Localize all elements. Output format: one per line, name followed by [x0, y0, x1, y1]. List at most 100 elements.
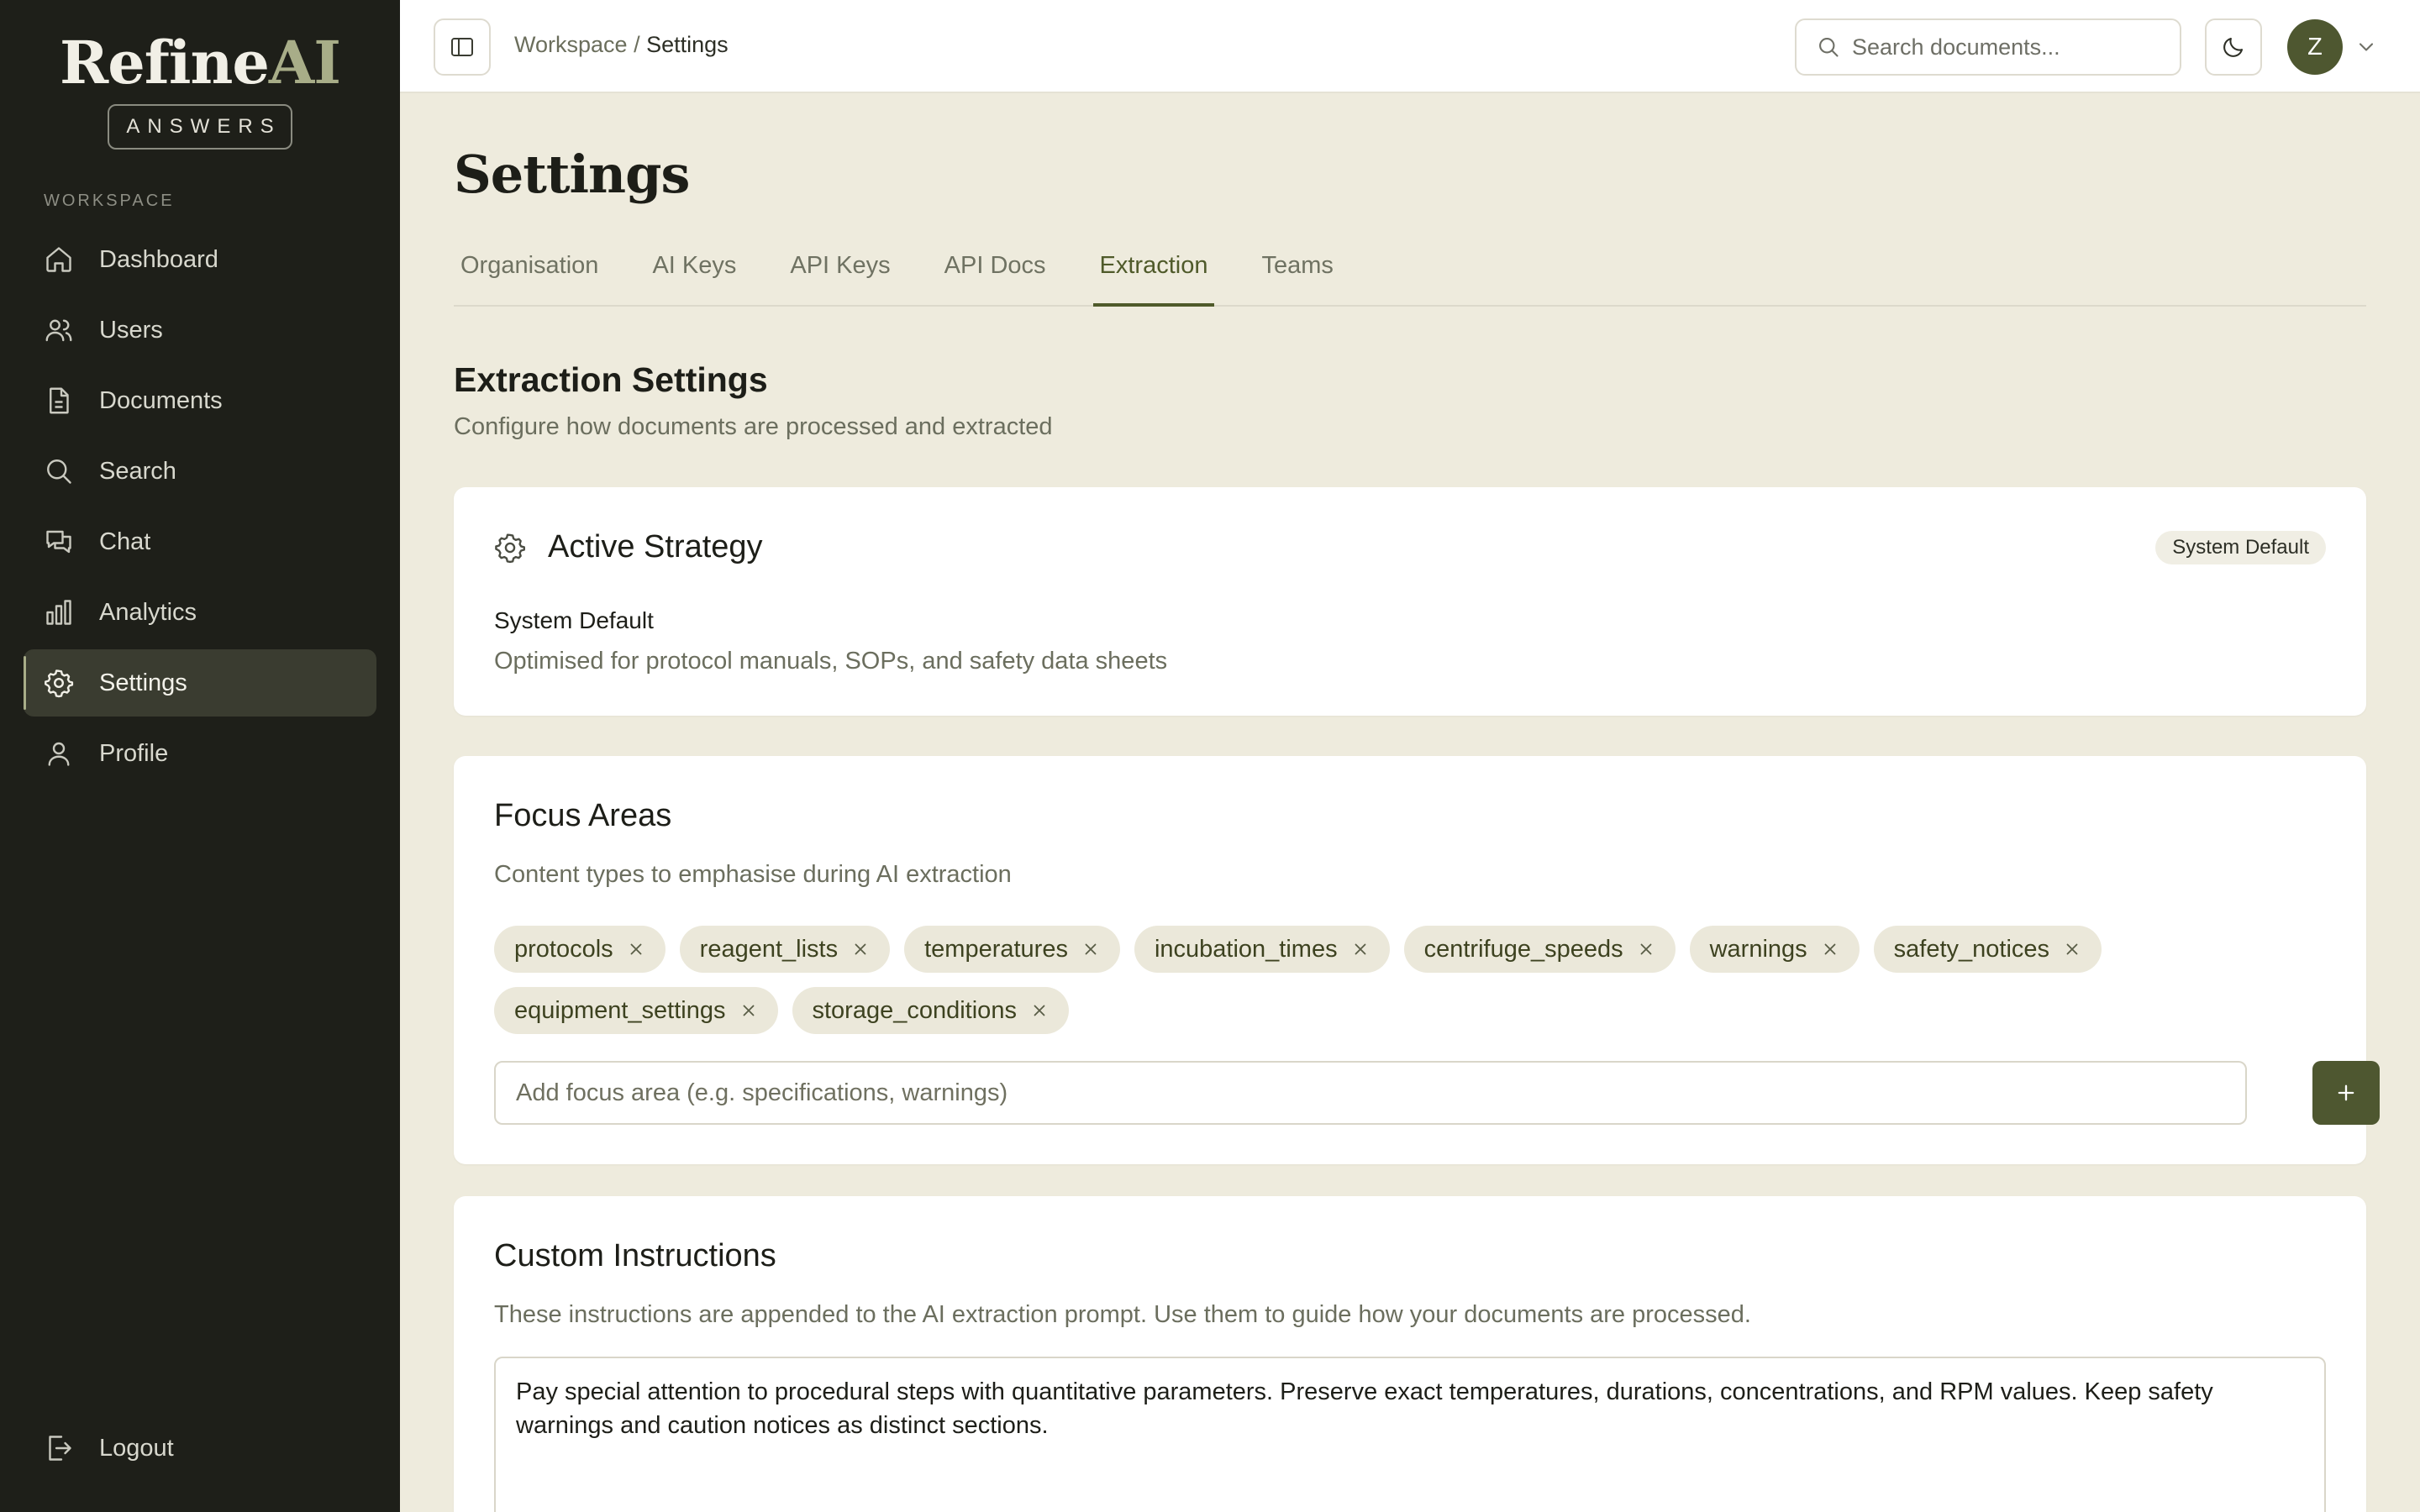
- tab-extraction[interactable]: Extraction: [1092, 243, 1215, 307]
- sidebar-item-dashboard[interactable]: Dashboard: [24, 226, 376, 293]
- custom-instructions-textarea[interactable]: Pay special attention to procedural step…: [494, 1357, 2326, 1512]
- user-icon: [44, 738, 74, 769]
- document-icon: [44, 386, 74, 416]
- close-icon[interactable]: [1637, 940, 1655, 958]
- close-icon[interactable]: [851, 940, 870, 958]
- bar-chart-icon: [44, 597, 74, 627]
- custom-instructions-title: Custom Instructions: [494, 1238, 776, 1273]
- focus-chip-list: protocols reagent_lists temperatures inc…: [494, 926, 2309, 1048]
- users-icon: [44, 315, 74, 345]
- main-content: Settings Organisation AI Keys API Keys A…: [400, 93, 2420, 1512]
- sidebar-item-label: Profile: [99, 739, 169, 767]
- home-icon: [44, 244, 74, 275]
- focus-chip: warnings: [1689, 926, 1860, 973]
- sidebar-item-label: Documents: [99, 386, 223, 414]
- logo-text-accent: AI: [268, 28, 341, 97]
- breadcrumb-current: Settings: [646, 32, 729, 57]
- sidebar-item-profile[interactable]: Profile: [24, 720, 376, 787]
- app: RefineAI ANSWERS WORKSPACE Dashboard Use…: [0, 0, 2420, 1512]
- close-icon[interactable]: [2063, 940, 2081, 958]
- focus-chip: protocols: [494, 926, 666, 973]
- close-icon[interactable]: [1351, 940, 1370, 958]
- tab-teams[interactable]: Teams: [1255, 243, 1339, 305]
- logout-button[interactable]: Logout: [24, 1415, 376, 1482]
- chevron-down-icon[interactable]: [2354, 35, 2378, 59]
- logout-section: Logout: [24, 1415, 376, 1485]
- logo-badge: ANSWERS: [108, 104, 292, 150]
- close-icon[interactable]: [739, 1001, 758, 1020]
- tab-organisation[interactable]: Organisation: [454, 243, 605, 305]
- add-focus-area-button[interactable]: [2312, 1061, 2380, 1125]
- focus-chip-label: warnings: [1709, 935, 1807, 963]
- sidebar-item-chat[interactable]: Chat: [24, 508, 376, 575]
- focus-chip-label: centrifuge_speeds: [1423, 935, 1623, 963]
- active-strategy-title: Active Strategy: [548, 529, 763, 564]
- focus-areas-card: Focus Areas Content types to emphasise d…: [454, 756, 2380, 1164]
- custom-instructions-subtitle: These instructions are appended to the A…: [494, 1301, 1751, 1328]
- focus-area-input[interactable]: [494, 1061, 2247, 1125]
- search-icon: [1817, 35, 1840, 59]
- focus-chip: equipment_settings: [494, 987, 778, 1034]
- close-icon[interactable]: [1081, 940, 1100, 958]
- chat-icon: [44, 527, 74, 557]
- panel-toggle-icon: [449, 34, 476, 60]
- sidebar-item-label: Analytics: [99, 598, 197, 626]
- focus-chip: incubation_times: [1134, 926, 1390, 973]
- focus-chip: centrifuge_speeds: [1403, 926, 1676, 973]
- focus-chip-label: temperatures: [924, 935, 1068, 963]
- active-strategy-card: Active Strategy System Default System De…: [454, 487, 2366, 716]
- focus-chip-label: incubation_times: [1154, 935, 1338, 963]
- focus-chip: storage_conditions: [792, 987, 1069, 1034]
- sidebar-item-analytics[interactable]: Analytics: [24, 579, 376, 646]
- logout-icon: [44, 1433, 74, 1463]
- sidebar-toggle-button[interactable]: [434, 18, 491, 76]
- strategy-description: Optimised for protocol manuals, SOPs, an…: [494, 648, 1168, 675]
- sidebar-item-label: Settings: [99, 669, 187, 696]
- theme-toggle-button[interactable]: [2205, 18, 2262, 76]
- section-title: Extraction Settings: [454, 360, 768, 399]
- chip-row: protocols reagent_lists temperatures inc…: [494, 926, 2309, 973]
- gear-icon: [494, 532, 526, 564]
- focus-chip-label: reagent_lists: [699, 935, 839, 963]
- tab-ai-keys[interactable]: AI Keys: [645, 243, 743, 305]
- chip-row: equipment_settings storage_conditions: [494, 987, 2309, 1034]
- logo[interactable]: RefineAI ANSWERS: [0, 25, 400, 150]
- breadcrumb: Workspace / Settings: [514, 32, 729, 58]
- moon-icon: [2221, 34, 2246, 60]
- focus-chip: safety_notices: [1873, 926, 2102, 973]
- focus-chip: reagent_lists: [679, 926, 891, 973]
- settings-tabs: Organisation AI Keys API Keys API Docs E…: [454, 243, 2366, 307]
- logo-text-main: Refine: [60, 28, 270, 97]
- logout-label: Logout: [99, 1434, 174, 1462]
- sidebar-item-search[interactable]: Search: [24, 438, 376, 505]
- close-icon[interactable]: [627, 940, 645, 958]
- breadcrumb-separator: /: [634, 32, 640, 57]
- active-strategy-header: Active Strategy: [494, 529, 763, 565]
- breadcrumb-workspace-link[interactable]: Workspace: [514, 32, 628, 57]
- focus-chip: temperatures: [904, 926, 1120, 973]
- close-icon[interactable]: [1821, 940, 1839, 958]
- strategy-name: System Default: [494, 607, 654, 633]
- gear-icon: [44, 668, 74, 698]
- plus-icon: [2334, 1081, 2358, 1105]
- sidebar-item-settings[interactable]: Settings: [24, 649, 376, 717]
- sidebar-nav: Dashboard Users Documents Search Chat An…: [24, 226, 376, 790]
- search-icon: [44, 456, 74, 486]
- tab-api-docs[interactable]: API Docs: [938, 243, 1053, 305]
- sidebar-item-label: Dashboard: [99, 245, 218, 273]
- close-icon[interactable]: [1030, 1001, 1049, 1020]
- sidebar: RefineAI ANSWERS WORKSPACE Dashboard Use…: [0, 0, 400, 1512]
- focus-chip-label: storage_conditions: [812, 996, 1017, 1024]
- search-input[interactable]: [1852, 34, 2171, 60]
- focus-areas-subtitle: Content types to emphasise during AI ext…: [494, 861, 1012, 888]
- sidebar-item-documents[interactable]: Documents: [24, 367, 376, 434]
- focus-chip-label: protocols: [514, 935, 613, 963]
- logo-wordmark: RefineAI: [0, 25, 400, 101]
- avatar[interactable]: Z: [2287, 19, 2343, 75]
- status-badge: System Default: [2155, 531, 2326, 564]
- sidebar-item-users[interactable]: Users: [24, 297, 376, 364]
- search-box[interactable]: [1795, 18, 2181, 76]
- tab-api-keys[interactable]: API Keys: [783, 243, 897, 305]
- sidebar-item-label: Search: [99, 457, 176, 485]
- sidebar-item-label: Chat: [99, 528, 151, 555]
